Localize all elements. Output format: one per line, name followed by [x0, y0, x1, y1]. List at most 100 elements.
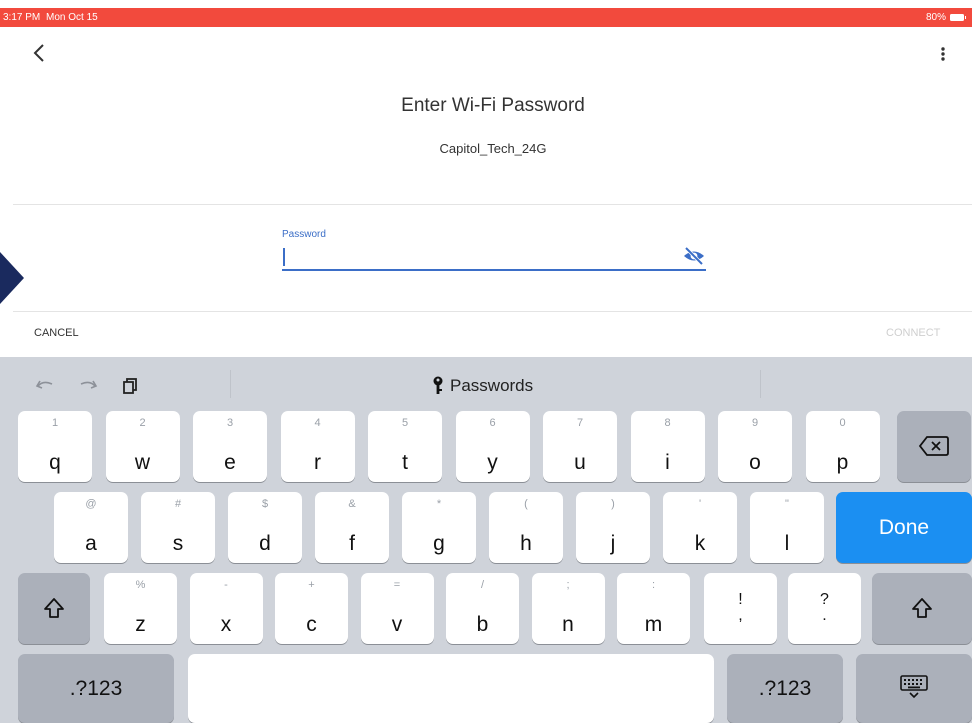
key-x[interactable]: -x — [189, 573, 263, 644]
numbers-key-label: .?123 — [758, 676, 812, 700]
more-options-button[interactable] — [934, 42, 952, 66]
key-char: k — [694, 532, 706, 555]
key-char: p — [836, 451, 849, 474]
key-char: v — [391, 613, 403, 636]
numbers-key-label: .?123 — [69, 676, 123, 700]
key-char: d — [259, 532, 271, 555]
back-button[interactable] — [28, 40, 50, 66]
key-char: g — [433, 532, 445, 555]
dialog-title: Enter Wi-Fi Password — [401, 95, 585, 116]
key-b[interactable]: / b — [446, 573, 519, 644]
key-char: h — [520, 532, 532, 555]
undo-button[interactable] — [33, 376, 57, 396]
key-q[interactable]: 1q — [18, 411, 92, 482]
key-r[interactable]: 4r — [280, 411, 355, 482]
more-vertical-icon — [941, 47, 945, 61]
redo-button[interactable] — [76, 376, 100, 396]
key-char: e — [224, 451, 236, 474]
key-h[interactable]: (h — [489, 492, 563, 563]
paste-button[interactable] — [120, 376, 142, 396]
numbers-key-right[interactable]: .?123 — [727, 654, 843, 723]
key-exclamation-comma[interactable]: ! , — [704, 573, 777, 644]
key-hint: 4 — [314, 417, 321, 429]
key-question-period[interactable]: ? . — [788, 573, 861, 644]
key-char: o — [749, 451, 761, 474]
toolbar-separator — [760, 370, 761, 398]
key-bottom-char: . — [822, 607, 827, 624]
battery-icon — [950, 14, 966, 21]
shift-icon — [912, 598, 932, 618]
undo-icon — [35, 380, 53, 389]
backspace-key[interactable] — [897, 411, 971, 482]
key-char: m — [644, 613, 663, 636]
key-char: t — [402, 451, 408, 474]
key-w[interactable]: 2w — [105, 411, 180, 482]
key-icon — [433, 376, 443, 394]
key-char: r — [314, 451, 321, 474]
key-hint: 5 — [401, 417, 409, 429]
passwords-autofill-button[interactable]: Passwords — [432, 375, 533, 397]
key-char: b — [476, 613, 489, 636]
status-right: 80% — [925, 12, 966, 23]
redo-icon — [80, 380, 98, 389]
key-hint: = — [393, 579, 401, 591]
backspace-icon — [918, 436, 949, 456]
hide-keyboard-key[interactable] — [856, 654, 972, 723]
key-i[interactable]: 8i — [630, 411, 705, 482]
key-y[interactable]: 6y — [455, 411, 530, 482]
status-bar: 3:17 PM Mon Oct 15 80% — [0, 8, 972, 27]
key-hint: $ — [261, 498, 269, 510]
key-k[interactable]: ' k — [663, 492, 737, 563]
key-char: w — [134, 451, 151, 474]
key-a[interactable]: @ a — [54, 492, 128, 563]
key-v[interactable]: = v — [360, 573, 434, 644]
key-u[interactable]: 7u — [543, 411, 617, 482]
key-n[interactable]: ; n — [531, 573, 605, 644]
key-s[interactable]: # s — [141, 492, 215, 563]
key-l[interactable]: " l — [750, 492, 824, 563]
status-time-date: 3:17 PM Mon Oct 15 — [3, 12, 98, 23]
key-hint: - — [224, 579, 228, 591]
key-z[interactable]: % z — [104, 573, 177, 644]
connect-button[interactable]: CONNECT — [886, 327, 940, 339]
numbers-key-left[interactable]: .?123 — [18, 654, 174, 723]
shift-key-left[interactable] — [18, 573, 90, 644]
divider-top — [13, 204, 972, 205]
space-key[interactable] — [188, 654, 714, 723]
done-key[interactable]: Done — [836, 492, 972, 563]
text-cursor — [283, 248, 285, 266]
key-char: l — [784, 532, 790, 555]
key-e[interactable]: 3e — [193, 411, 267, 482]
key-hint: 6 — [489, 417, 496, 429]
cancel-button[interactable]: CANCEL — [34, 327, 79, 339]
key-char: s — [172, 532, 184, 555]
key-o[interactable]: 9o — [718, 411, 792, 482]
key-hint: ) — [611, 498, 615, 510]
key-g[interactable]: * g — [402, 492, 476, 563]
key-f[interactable]: & f — [315, 492, 389, 563]
toggle-visibility-button[interactable] — [682, 246, 706, 266]
key-d[interactable]: $ d — [228, 492, 302, 563]
battery-percent: 80% — [925, 12, 946, 23]
key-t[interactable]: 5t — [368, 411, 442, 482]
key-hint: : — [651, 579, 656, 591]
key-hint: " — [785, 498, 789, 510]
key-m[interactable]: :m — [617, 573, 690, 644]
key-j[interactable]: ) j — [576, 492, 650, 563]
key-char: i — [665, 451, 670, 474]
key-c[interactable]: + c — [275, 573, 348, 644]
password-input[interactable] — [282, 244, 706, 271]
shift-key-right[interactable] — [872, 573, 972, 644]
key-hint: 9 — [751, 417, 759, 429]
pointer-arrow-icon — [0, 252, 24, 304]
key-p[interactable]: 0p — [805, 411, 880, 482]
key-hint: + — [308, 579, 315, 591]
key-char: j — [610, 532, 616, 555]
status-date: Mon Oct 15 — [46, 12, 98, 23]
key-char: u — [574, 451, 586, 474]
passwords-label: Passwords — [450, 376, 534, 395]
key-char: y — [487, 451, 498, 474]
password-label: Password — [282, 229, 326, 240]
divider-bottom — [13, 311, 972, 312]
key-char: x — [220, 613, 232, 636]
